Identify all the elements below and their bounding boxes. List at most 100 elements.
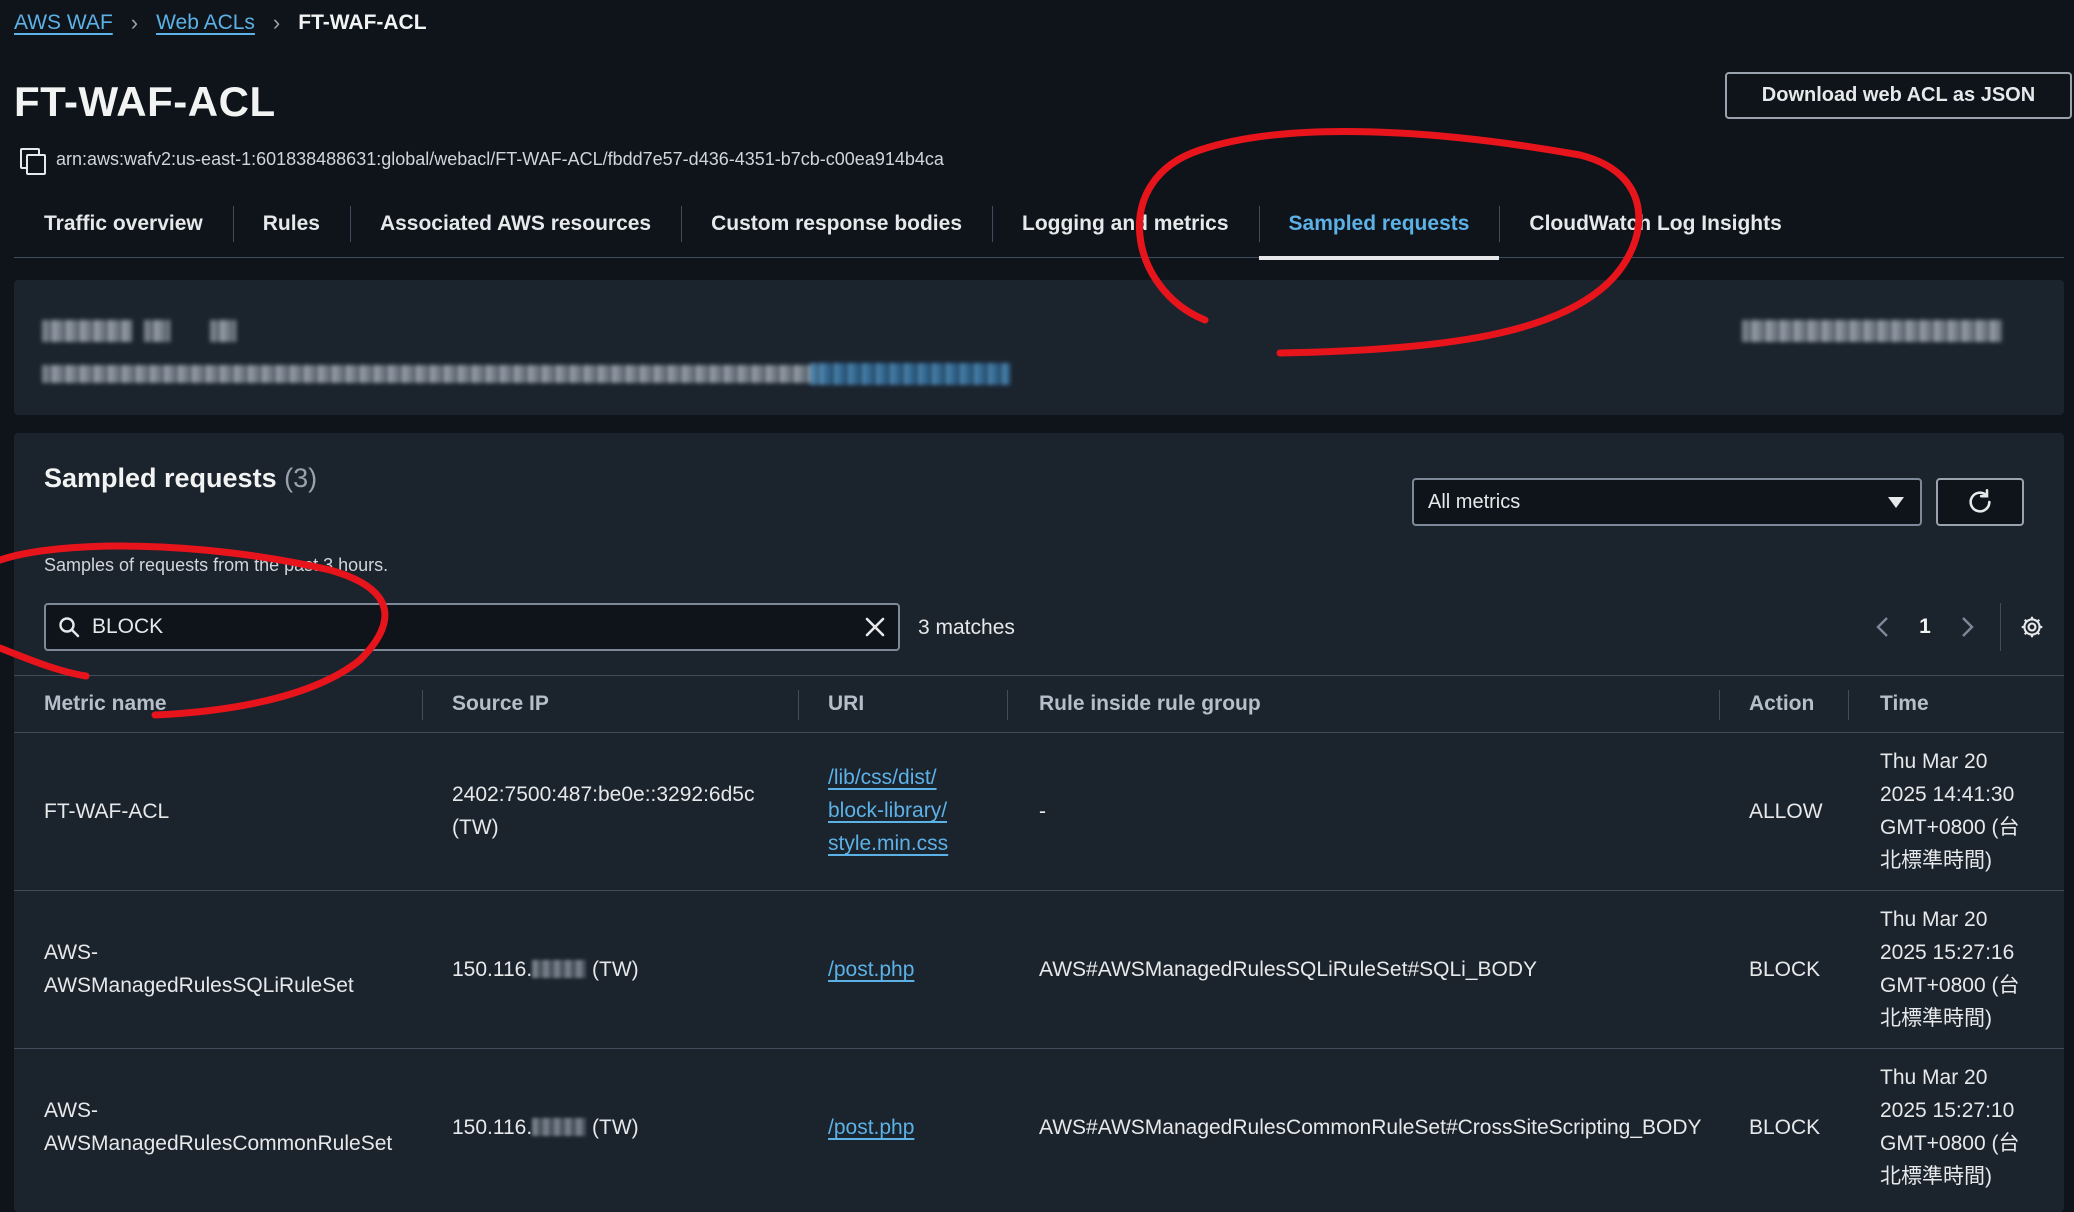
ip-country: (TW)	[592, 1116, 639, 1139]
tab-sampled-requests[interactable]: Sampled requests	[1258, 190, 1500, 260]
clear-icon[interactable]	[852, 604, 898, 650]
search-icon	[46, 604, 92, 650]
caret-down-icon	[1888, 497, 1904, 508]
copy-icon[interactable]	[18, 146, 46, 175]
table-row: AWS- AWSManagedRulesCommonRuleSet 150.11…	[14, 1049, 2064, 1207]
column-divider	[1848, 690, 1849, 720]
redacted-text	[42, 320, 132, 342]
time-line: 北標準時間)	[1880, 1165, 1992, 1188]
waf-sampled-requests-page: AWS WAF › Web ACLs › FT-WAF-ACL FT-WAF-A…	[0, 0, 2074, 1212]
redacted-link	[810, 363, 1010, 385]
col-source-ip[interactable]: Source IP	[452, 676, 549, 732]
time-line: 2025 15:27:16	[1880, 941, 2015, 964]
time-line: Thu Mar 20	[1880, 750, 1988, 773]
breadcrumb-web-acls[interactable]: Web ACLs	[156, 11, 255, 35]
cell-time: Thu Mar 20 2025 15:27:10 GMT+0800 (台 北標準…	[1880, 1061, 2019, 1193]
cell-metric: FT-WAF-ACL	[44, 795, 169, 828]
tab-traffic-overview[interactable]: Traffic overview	[14, 190, 233, 258]
redacted-text	[210, 320, 236, 342]
table-header: Metric name Source IP URI Rule inside ru…	[14, 675, 2064, 733]
ip-text: 150.116.	[452, 958, 533, 981]
metric-select[interactable]: All metrics	[1412, 478, 1922, 526]
cell-metric: AWS- AWSManagedRulesCommonRuleSet	[44, 1094, 392, 1160]
time-line: Thu Mar 20	[1880, 1066, 1988, 1089]
cell-action: BLOCK	[1749, 1116, 1821, 1139]
tab-custom-response-bodies[interactable]: Custom response bodies	[681, 190, 992, 258]
tab-associated-resources[interactable]: Associated AWS resources	[349, 190, 681, 258]
refresh-icon	[1969, 489, 1991, 513]
ip-country: (TW)	[592, 958, 639, 981]
search-input[interactable]	[92, 615, 852, 639]
column-divider	[798, 690, 799, 720]
redacted-ip	[532, 960, 587, 978]
search-box	[44, 603, 900, 651]
cell-time: Thu Mar 20 2025 14:41:30 GMT+0800 (台 北標準…	[1880, 745, 2019, 877]
time-line: 2025 15:27:10	[1880, 1099, 2015, 1122]
col-uri[interactable]: URI	[828, 676, 864, 732]
cell-source-ip: 150.116. (TW)	[452, 1111, 639, 1144]
page-number[interactable]: 1	[1904, 615, 1946, 639]
column-divider	[1719, 690, 1720, 720]
card-count: (3)	[284, 463, 318, 493]
ip-text: 150.116.	[452, 1116, 533, 1139]
tab-logging-and-metrics[interactable]: Logging and metrics	[992, 190, 1259, 258]
page-title: FT-WAF-ACL	[14, 78, 276, 125]
card-title-text: Sampled requests	[44, 463, 277, 493]
uri-link[interactable]: /post.php	[828, 1116, 914, 1139]
tab-bar: Traffic overview Rules Associated AWS re…	[14, 190, 2064, 260]
pager-divider	[2000, 603, 2001, 651]
column-divider	[422, 690, 423, 720]
card-title: Sampled requests (3)	[44, 463, 317, 494]
breadcrumb-aws-waf[interactable]: AWS WAF	[14, 11, 113, 35]
match-count: 3 matches	[918, 616, 1015, 639]
breadcrumb-current: FT-WAF-ACL	[298, 11, 427, 34]
uri-link[interactable]: style.min.css	[828, 832, 948, 855]
cell-source-ip: 2402:7500:487:be0e::3292:6d5c (TW)	[452, 778, 754, 844]
gear-icon[interactable]	[2011, 606, 2053, 648]
column-divider	[1007, 690, 1008, 720]
metric-text: AWS-	[44, 941, 99, 964]
card-description: Samples of requests from the past 3 hour…	[44, 555, 389, 575]
uri-link[interactable]: block-library/	[828, 799, 947, 822]
time-line: 北標準時間)	[1880, 1007, 1992, 1030]
time-line: 2025 14:41:30	[1880, 783, 2015, 806]
cell-uri: /lib/css/dist/ block-library/ style.min.…	[828, 761, 948, 860]
sampled-requests-card: Sampled requests (3) Samples of requests…	[14, 433, 2064, 1212]
uri-link[interactable]: /lib/css/dist/	[828, 766, 937, 789]
ip-text: 2402:7500:487:be0e::3292:6d5c	[452, 783, 755, 806]
ip-country: (TW)	[452, 816, 499, 839]
uri-link[interactable]: /post.php	[828, 958, 914, 981]
pagination: 1	[1862, 603, 2053, 651]
redacted-text	[42, 365, 822, 383]
time-line: GMT+0800 (台	[1880, 816, 2020, 839]
metric-text: AWSManagedRulesSQLiRuleSet	[44, 974, 354, 997]
time-line: Thu Mar 20	[1880, 908, 1988, 931]
refresh-button[interactable]	[1936, 478, 2024, 526]
cell-rule: AWS#AWSManagedRulesSQLiRuleSet#SQLi_BODY	[1039, 958, 1538, 981]
col-metric-name[interactable]: Metric name	[44, 676, 167, 732]
cell-metric: AWS- AWSManagedRulesSQLiRuleSet	[44, 936, 354, 1002]
cell-action: ALLOW	[1749, 800, 1823, 823]
chevron-right-icon[interactable]	[1946, 606, 1988, 648]
col-time[interactable]: Time	[1880, 676, 1929, 732]
cell-rule: -	[1039, 800, 1046, 823]
tab-rules[interactable]: Rules	[232, 190, 350, 258]
redacted-text	[1742, 320, 2002, 342]
redacted-text	[144, 320, 170, 342]
download-json-button[interactable]: Download web ACL as JSON	[1725, 72, 2072, 119]
col-action[interactable]: Action	[1749, 676, 1814, 732]
cell-action: BLOCK	[1749, 958, 1821, 981]
col-rule[interactable]: Rule inside rule group	[1039, 676, 1261, 732]
cell-source-ip: 150.116. (TW)	[452, 953, 639, 986]
arn-row: arn:aws:wafv2:us-east-1:601838488631:glo…	[18, 146, 944, 175]
time-line: 北標準時間)	[1880, 849, 1992, 872]
chevron-right-icon: ›	[272, 10, 281, 35]
time-line: GMT+0800 (台	[1880, 974, 2020, 997]
cell-uri: /post.php	[828, 1111, 914, 1144]
chevron-right-icon: ›	[130, 10, 139, 35]
tab-cloudwatch-log-insights[interactable]: CloudWatch Log Insights	[1499, 190, 1811, 258]
metric-text: AWSManagedRulesCommonRuleSet	[44, 1132, 393, 1155]
metric-select-value: All metrics	[1428, 490, 1521, 513]
chevron-left-icon[interactable]	[1862, 606, 1904, 648]
table-row: AWS- AWSManagedRulesSQLiRuleSet 150.116.…	[14, 891, 2064, 1049]
